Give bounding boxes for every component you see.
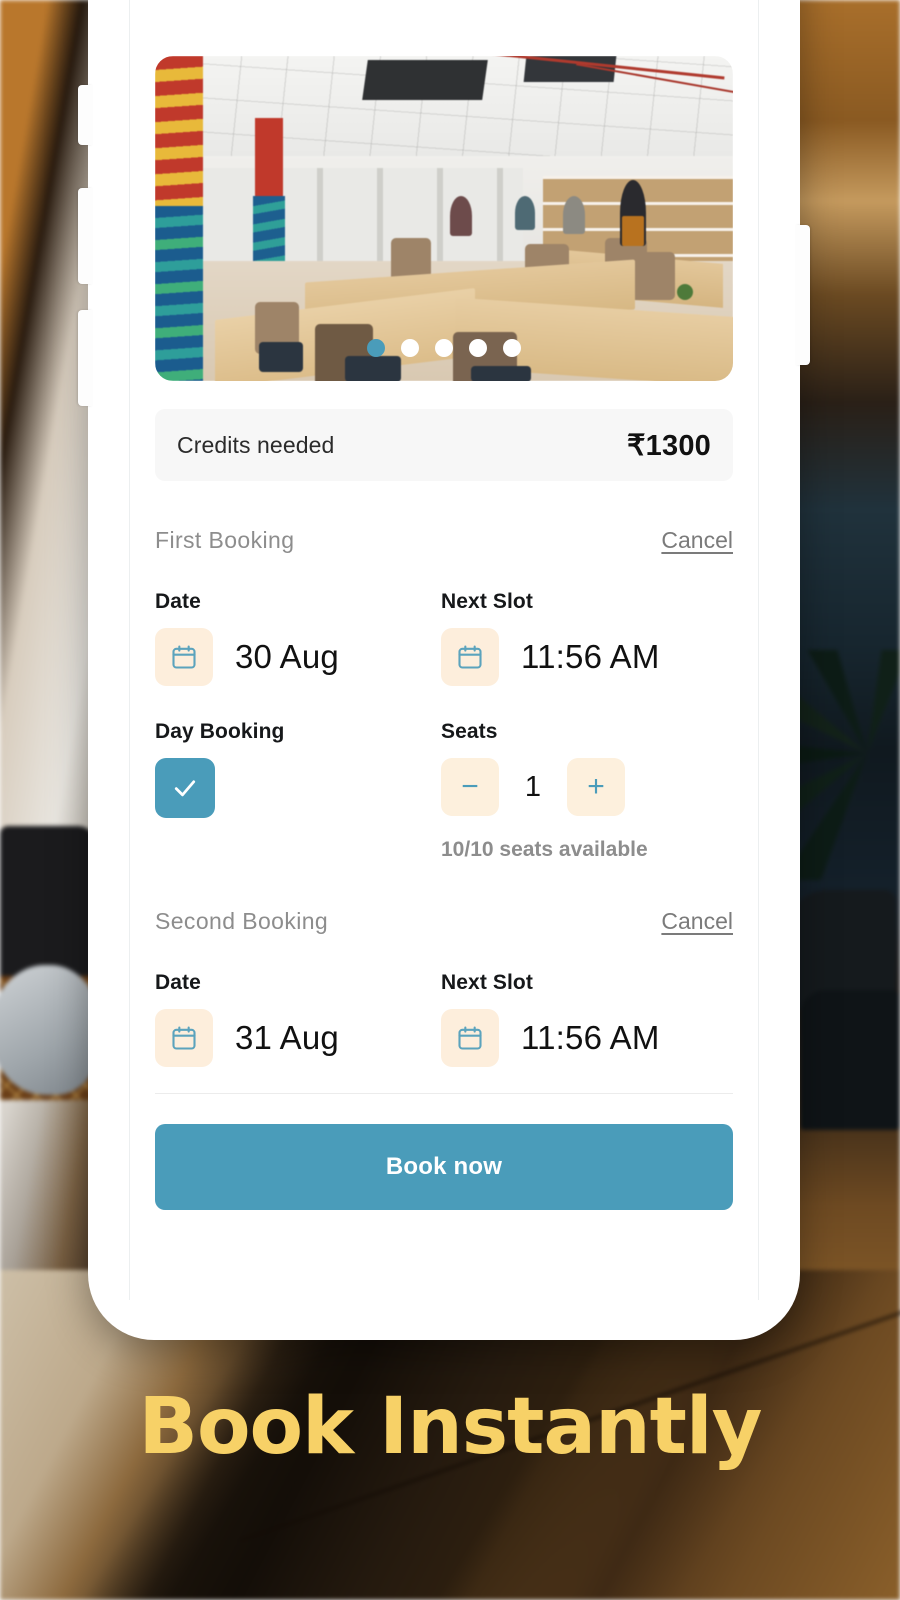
- first-booking-slot-label: Next Slot: [441, 590, 533, 613]
- carousel-dot-4[interactable]: [469, 339, 487, 357]
- first-booking-date-field: Date 30 Aug: [155, 590, 441, 686]
- app-content: Credits needed ₹1300 First Booking Cance…: [130, 56, 758, 1210]
- calendar-icon: [155, 1009, 213, 1067]
- calendar-icon: [441, 628, 499, 686]
- carousel-dots[interactable]: [155, 339, 733, 357]
- day-booking-label: Day Booking: [155, 720, 285, 743]
- background-left-chair: [0, 826, 96, 976]
- credits-needed-bar: Credits needed ₹1300: [155, 409, 733, 481]
- second-booking-fields: Date 31 Aug Next Slot 11:56 AM: [155, 971, 733, 1067]
- second-booking-title: Second Booking: [155, 908, 329, 934]
- second-booking-date-value: 31 Aug: [235, 1019, 339, 1056]
- first-booking-slot-row[interactable]: 11:56 AM: [441, 628, 727, 686]
- background-right-chair-b: [800, 990, 900, 1130]
- carousel-dot-5[interactable]: [503, 339, 521, 357]
- phone-screen: Credits needed ₹1300 First Booking Cance…: [129, 0, 759, 1300]
- carousel-dot-3[interactable]: [435, 339, 453, 357]
- phone-power-button[interactable]: [796, 225, 810, 365]
- calendar-icon: [155, 628, 213, 686]
- phone-volume-down-button[interactable]: [78, 310, 92, 406]
- first-booking-title: First Booking: [155, 527, 295, 553]
- calendar-icon: [441, 1009, 499, 1067]
- second-booking-header: Second Booking Cancel: [155, 908, 733, 935]
- first-booking-cancel-link[interactable]: Cancel: [661, 527, 733, 554]
- seats-field: Seats − 1 + 10/10 seats available: [441, 720, 727, 862]
- section-divider: [155, 1093, 733, 1094]
- first-booking-fields: Date 30 Aug Next Slot 11:56 AM: [155, 590, 733, 686]
- second-booking-slot-field: Next Slot 11:56 AM: [441, 971, 727, 1067]
- phone-silent-switch[interactable]: [78, 85, 92, 145]
- seats-decrement-button[interactable]: −: [441, 758, 499, 816]
- second-booking-slot-label: Next Slot: [441, 971, 533, 994]
- carousel-dot-1[interactable]: [367, 339, 385, 357]
- first-booking-date-value: 30 Aug: [235, 638, 339, 675]
- seats-count-value: 1: [524, 770, 542, 803]
- promo-headline: Book Instantly: [138, 1382, 763, 1472]
- seats-increment-button[interactable]: +: [567, 758, 625, 816]
- book-now-button[interactable]: Book now: [155, 1124, 733, 1210]
- credits-value: ₹1300: [627, 429, 711, 462]
- second-booking-slot-row[interactable]: 11:56 AM: [441, 1009, 727, 1067]
- seats-availability-note: 10/10 seats available: [441, 838, 648, 861]
- first-booking-date-label: Date: [155, 590, 201, 613]
- second-booking-slot-value: 11:56 AM: [521, 1019, 660, 1056]
- second-booking-date-label: Date: [155, 971, 201, 994]
- first-booking-slot-value: 11:56 AM: [521, 638, 660, 675]
- day-booking-checkbox[interactable]: [155, 758, 215, 818]
- second-booking-date-field: Date 31 Aug: [155, 971, 441, 1067]
- image-carousel[interactable]: [155, 56, 733, 381]
- credits-label: Credits needed: [177, 431, 335, 458]
- day-booking-field: Day Booking: [155, 720, 441, 862]
- seats-stepper: − 1 +: [441, 758, 727, 816]
- carousel-photo: [155, 56, 733, 381]
- background-left-cushion: [0, 965, 100, 1095]
- first-booking-options: Day Booking Seats − 1 + 10/10 seats avai: [155, 720, 733, 862]
- check-icon: [174, 780, 196, 797]
- background-right-plant: [790, 650, 900, 880]
- first-booking-header: First Booking Cancel: [155, 527, 733, 554]
- phone-volume-up-button[interactable]: [78, 188, 92, 284]
- first-booking-date-row[interactable]: 30 Aug: [155, 628, 441, 686]
- second-booking-date-row[interactable]: 31 Aug: [155, 1009, 441, 1067]
- first-booking-slot-field: Next Slot 11:56 AM: [441, 590, 727, 686]
- carousel-dot-2[interactable]: [401, 339, 419, 357]
- second-booking-cancel-link[interactable]: Cancel: [661, 908, 733, 935]
- phone-mockup: Credits needed ₹1300 First Booking Cance…: [78, 0, 810, 1340]
- seats-label: Seats: [441, 720, 498, 743]
